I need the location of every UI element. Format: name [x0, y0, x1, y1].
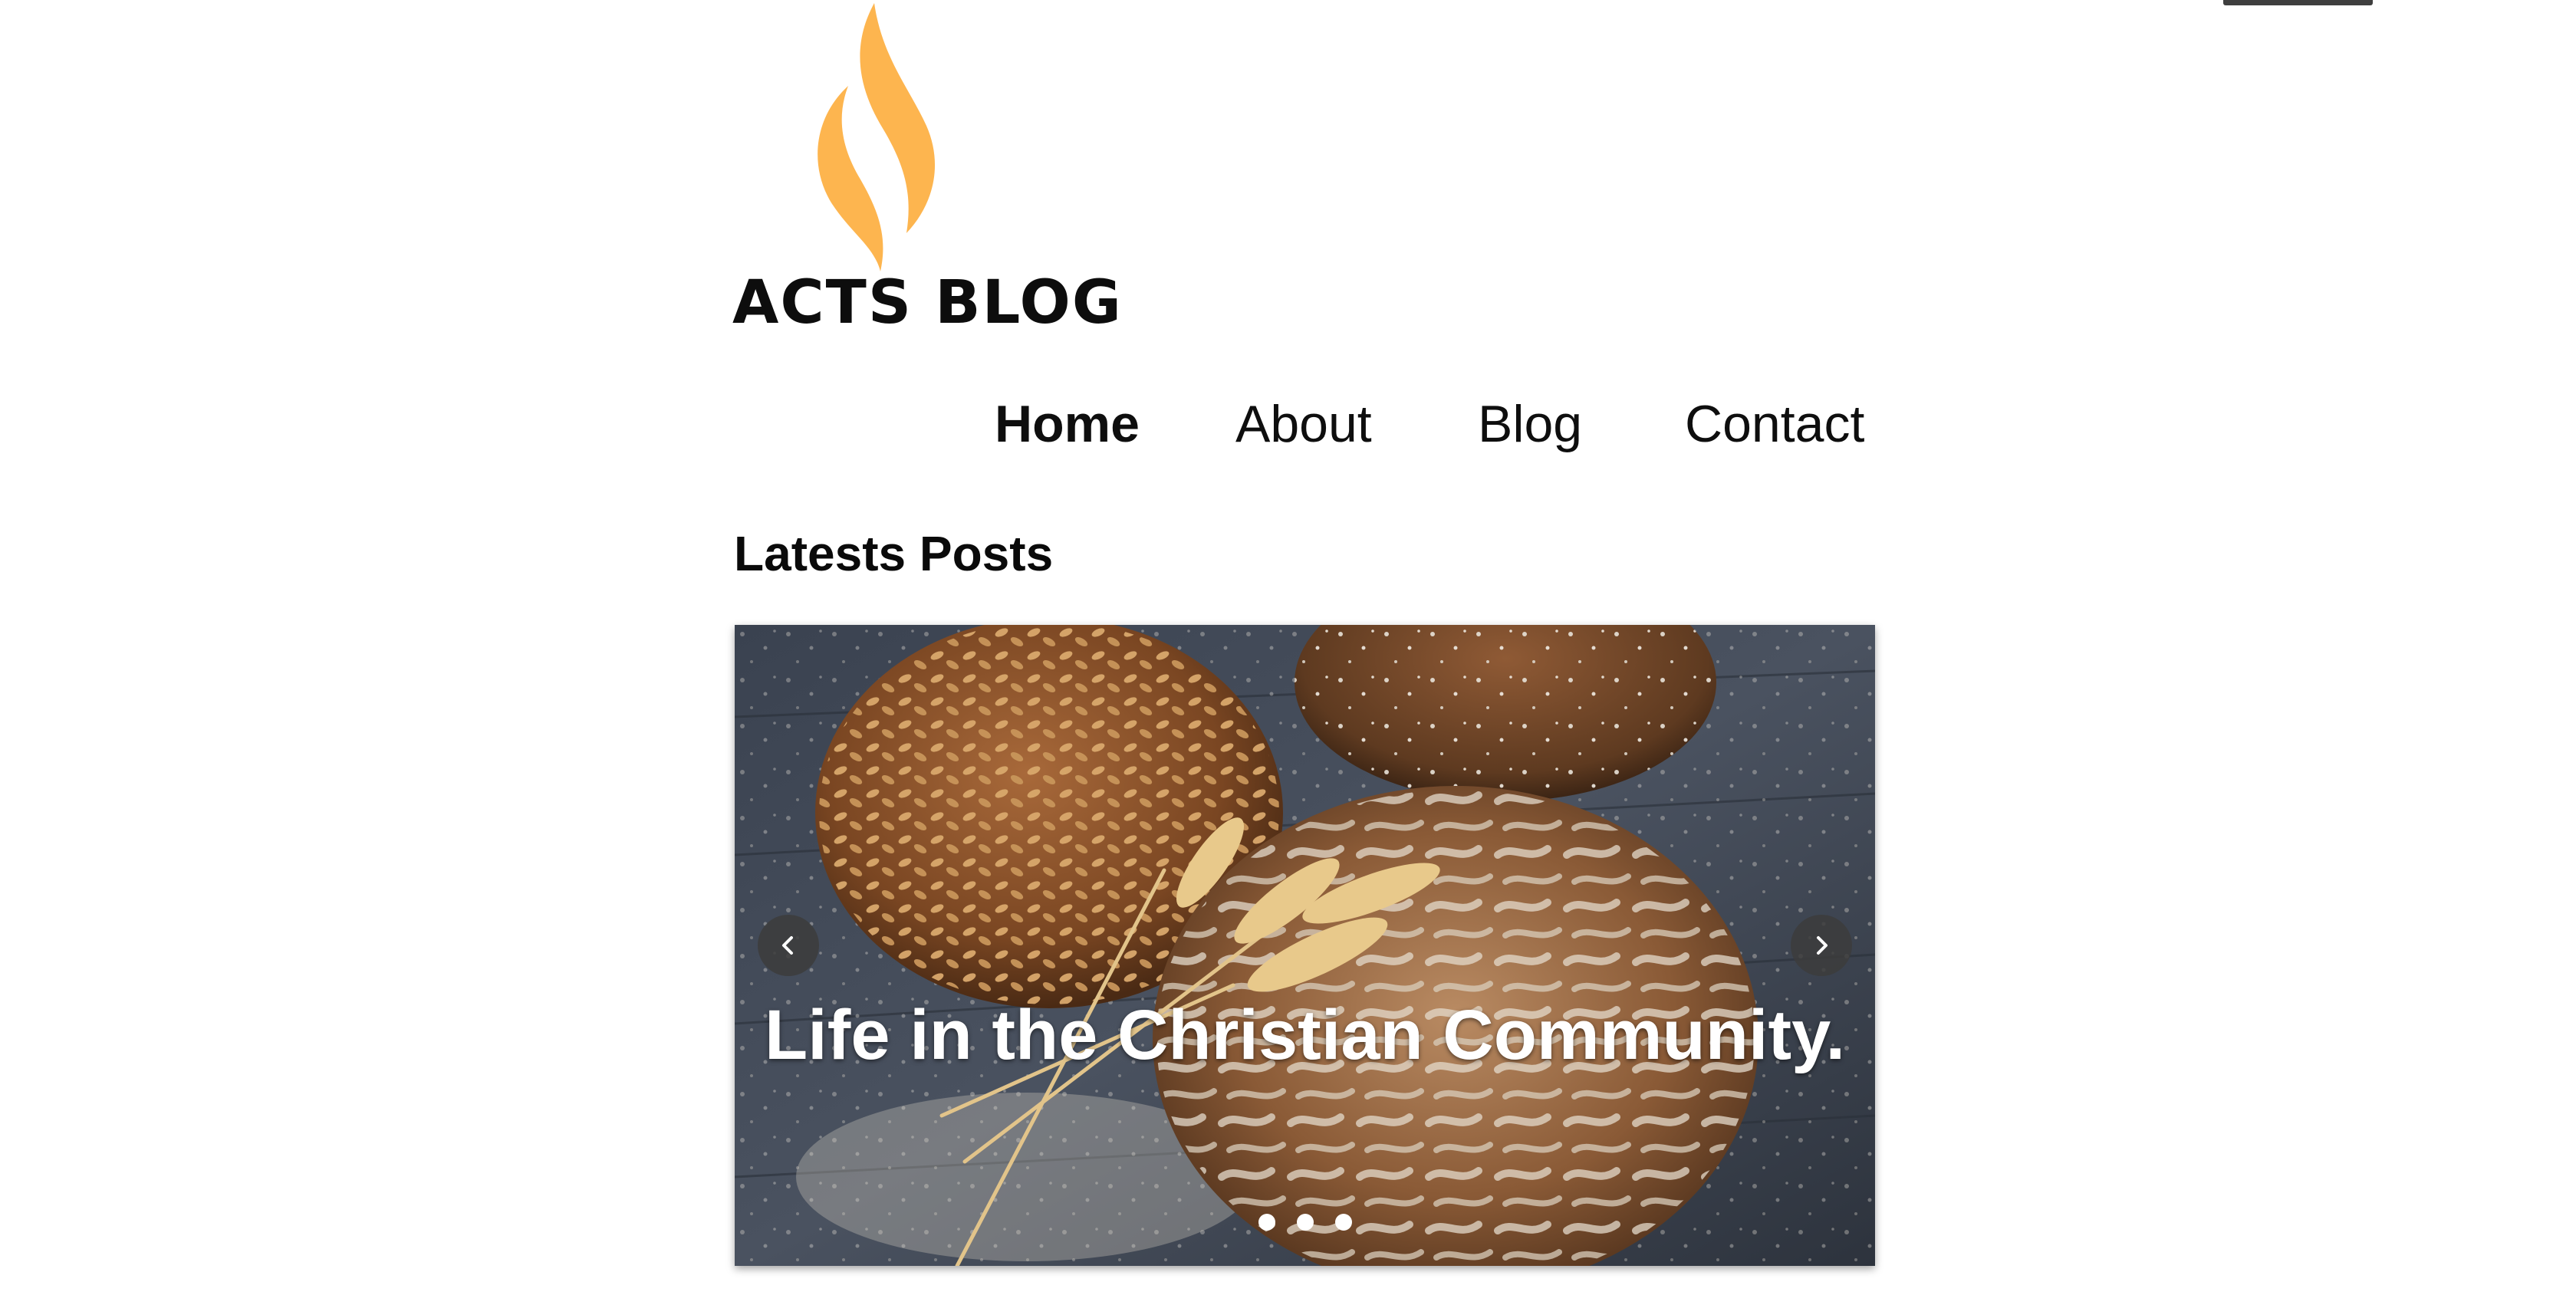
nav-item-home[interactable]: Home — [995, 390, 1140, 459]
flame-icon — [818, 3, 936, 271]
nav-item-contact[interactable]: Contact — [1685, 390, 1864, 459]
carousel-dot-3[interactable] — [1334, 1214, 1352, 1231]
carousel-prev-button[interactable] — [758, 915, 819, 976]
chevron-right-icon — [1817, 936, 1828, 955]
slide-image — [735, 625, 1875, 1266]
main-nav: Home About Blog Contact — [0, 390, 2576, 459]
carousel-dot-2[interactable] — [1296, 1214, 1314, 1231]
post-carousel[interactable]: Life in the Christian Community. — [735, 625, 1875, 1266]
carousel-dot-1[interactable] — [1258, 1214, 1275, 1231]
page: ACTS BLOG Home About Blog Contact Latest… — [0, 0, 2576, 1305]
top-bar-handle[interactable] — [2223, 0, 2373, 5]
carousel-next-button[interactable] — [1791, 915, 1852, 976]
logo-text: ACTS BLOG — [732, 268, 1123, 337]
slide-caption[interactable]: Life in the Christian Community. — [735, 993, 1875, 1077]
carousel-indicators — [735, 1214, 1875, 1231]
nav-item-blog[interactable]: Blog — [1478, 390, 1582, 459]
chevron-left-icon — [782, 936, 793, 955]
nav-item-about[interactable]: About — [1235, 390, 1372, 459]
site-logo[interactable]: ACTS BLOG — [732, 3, 1121, 340]
section-title: Latests Posts — [734, 526, 1054, 581]
